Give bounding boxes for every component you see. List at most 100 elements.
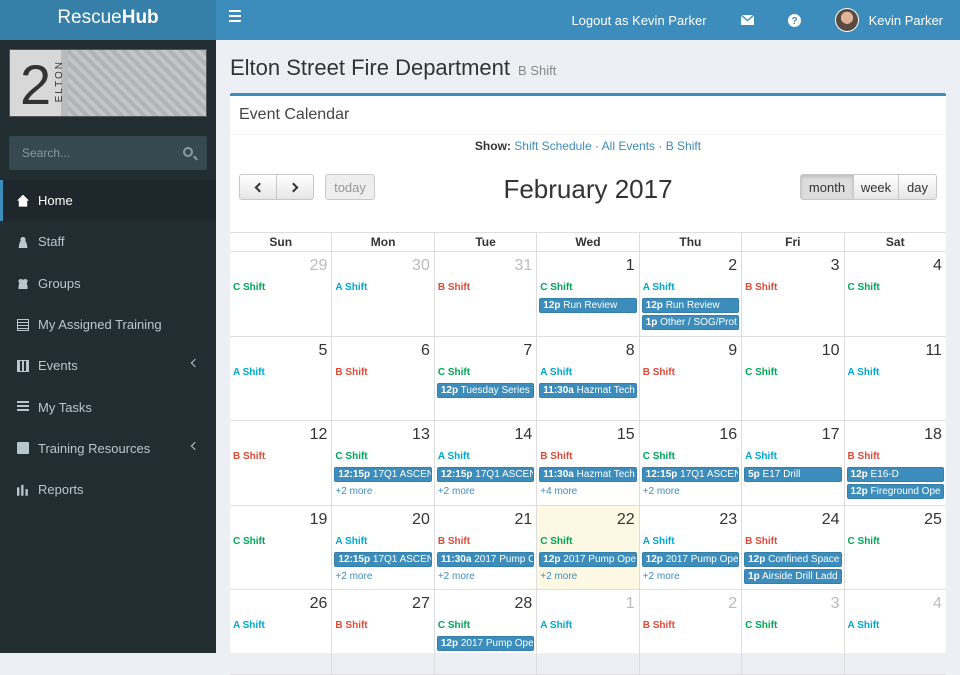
shift-label[interactable]: B Shift [643,367,675,378]
calendar-event[interactable]: 12p Fireground Ope [846,484,944,499]
day-cell[interactable]: 2 A Shift 12p Run Review 1p Other / SOG/Pro… [640,252,743,336]
day-cell[interactable]: 15 B Shift 11:30a Hazmat Tech +4 more [537,421,640,505]
day-cell[interactable]: 31 B Shift [435,252,538,336]
day-number[interactable]: 21 [514,511,532,529]
shift-label[interactable]: B Shift [438,282,470,293]
day-cell[interactable]: 1 C Shift 12p Run Review [537,252,640,336]
day-cell[interactable]: 17 A Shift 5p E17 Drill [742,421,845,505]
filter-b-shift-link[interactable]: B Shift [666,139,701,153]
day-cell[interactable]: 24 B Shift 12p Confined Space 1p Airside Dr… [742,505,845,589]
day-number[interactable]: 19 [310,511,328,529]
day-number[interactable]: 4 [933,595,942,613]
day-cell[interactable]: 8 A Shift 11:30a Hazmat Tech [537,336,640,420]
day-cell[interactable]: 11 A Shift [845,337,946,421]
day-number[interactable]: 3 [831,257,840,275]
sidebar-toggle-icon[interactable] [229,10,241,22]
shift-label[interactable]: C Shift [745,367,777,378]
day-cell[interactable]: 22 C Shift 12p 2017 Pump Ope +2 more [537,505,640,589]
day-number[interactable]: 15 [617,426,635,444]
day-number[interactable]: 30 [412,257,430,275]
day-cell[interactable]: 19 C Shift [230,505,333,589]
shift-label[interactable]: C Shift [643,451,675,462]
day-number[interactable]: 11 [925,342,942,360]
day-number[interactable]: 26 [310,595,328,613]
day-number[interactable]: 4 [933,257,942,275]
day-number[interactable]: 8 [626,342,635,360]
shift-label[interactable]: C Shift [540,536,572,547]
calendar-event[interactable]: 12p E16-D [846,467,944,482]
day-view-button[interactable]: day [898,174,937,200]
shift-label[interactable]: C Shift [335,451,367,462]
day-number[interactable]: 7 [523,342,532,360]
day-number[interactable]: 28 [514,595,532,613]
shift-label[interactable]: A Shift [848,620,880,631]
day-cell[interactable]: 7 C Shift 12p Tuesday Series [435,336,538,420]
day-cell[interactable]: 12 B Shift [230,421,333,505]
shift-label[interactable]: B Shift [848,451,880,462]
calendar-event[interactable]: 12p 2017 Pump Ope [539,551,637,567]
shift-label[interactable]: A Shift [848,367,880,378]
day-cell[interactable]: 20 A Shift 12:15p 17Q1 ASCEN +2 more [332,505,435,589]
search-icon[interactable] [183,147,193,157]
day-cell[interactable]: 27 B Shift [332,590,435,674]
shift-label[interactable]: C Shift [848,536,880,547]
calendar-event[interactable]: 11:30a 2017 Pump O [436,551,535,567]
day-number[interactable]: 6 [421,342,430,360]
day-cell[interactable]: 18 B Shift 12p E16-D 12p Fireground Ope [845,421,946,505]
day-cell[interactable]: 4 C Shift [845,252,946,336]
more-events-link[interactable]: +2 more [438,571,475,582]
shift-label[interactable]: C Shift [540,282,572,293]
logout-link[interactable]: Logout as Kevin Parker [554,0,723,40]
more-events-link[interactable]: +2 more [335,571,372,582]
day-cell[interactable]: 23 A Shift 12p 2017 Pump Ope +2 more [640,505,743,589]
day-cell[interactable]: 3 B Shift [742,252,845,336]
day-number[interactable]: 2 [728,595,737,613]
day-number[interactable]: 31 [514,257,532,275]
shift-label[interactable]: B Shift [335,367,367,378]
shift-label[interactable]: A Shift [335,282,367,293]
day-number[interactable]: 13 [412,426,430,444]
envelope-icon[interactable] [724,0,771,40]
shift-label[interactable]: A Shift [540,620,572,631]
shift-label[interactable]: A Shift [540,367,572,378]
week-view-button[interactable]: week [853,174,899,200]
shift-label[interactable]: B Shift [643,620,675,631]
more-events-link[interactable]: +2 more [643,571,680,582]
calendar-event[interactable]: 11:30a Hazmat Tech [539,382,637,398]
day-cell[interactable]: 13 C Shift 12:15p 17Q1 ASCEN +2 more [332,421,435,505]
day-cell[interactable]: 16 C Shift 12:15p 17Q1 ASCEN +2 more [640,421,743,505]
calendar-event[interactable]: 11:30a Hazmat Tech [539,467,637,482]
filter-shift-schedule-link[interactable]: Shift Schedule [514,139,591,153]
sidebar-item-home[interactable]: Home [0,180,216,222]
help-icon[interactable]: ? [771,0,818,40]
day-number[interactable]: 22 [617,511,635,529]
sidebar-item-events[interactable]: Events [0,345,216,386]
user-menu[interactable]: Kevin Parker [818,0,960,40]
calendar-event[interactable]: 12:15p 17Q1 ASCEN [436,467,535,482]
day-number[interactable]: 23 [719,511,737,529]
day-cell[interactable]: 14 A Shift 12:15p 17Q1 ASCEN +2 more [435,421,538,505]
day-number[interactable]: 12 [310,426,328,444]
filter-all-events-link[interactable]: All Events [602,139,655,153]
shift-label[interactable]: A Shift [335,536,367,547]
shift-label[interactable]: B Shift [745,536,777,547]
shift-label[interactable]: C Shift [233,536,265,547]
day-number[interactable]: 18 [924,426,942,444]
day-number[interactable]: 2 [728,257,737,275]
day-cell[interactable]: 26 A Shift [230,590,333,674]
day-number[interactable]: 16 [719,426,737,444]
shift-label[interactable]: C Shift [233,282,265,293]
day-number[interactable]: 24 [822,511,840,529]
shift-label[interactable]: B Shift [335,620,367,631]
shift-label[interactable]: B Shift [745,282,777,293]
day-cell[interactable]: 30 A Shift [332,252,435,336]
sidebar-item-my-assigned-training[interactable]: My Assigned Training [0,304,216,345]
more-events-link[interactable]: +2 more [643,486,680,497]
day-number[interactable]: 9 [728,342,737,360]
day-number[interactable]: 17 [822,426,840,444]
day-number[interactable]: 5 [319,342,328,360]
calendar-event[interactable]: 12:15p 17Q1 ASCEN [334,551,432,567]
day-cell[interactable]: 6 B Shift [332,336,435,420]
shift-label[interactable]: C Shift [745,620,777,631]
calendar-event[interactable]: 12p Run Review [539,298,637,313]
